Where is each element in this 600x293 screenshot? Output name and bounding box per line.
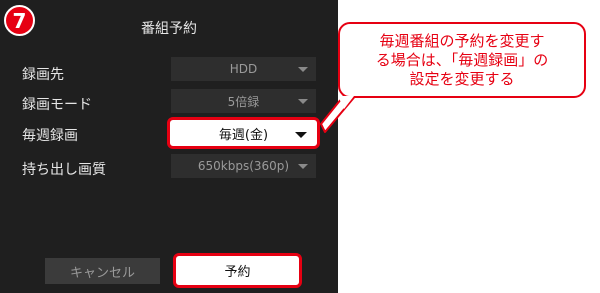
callout-pointer-cover: [338, 96, 354, 109]
